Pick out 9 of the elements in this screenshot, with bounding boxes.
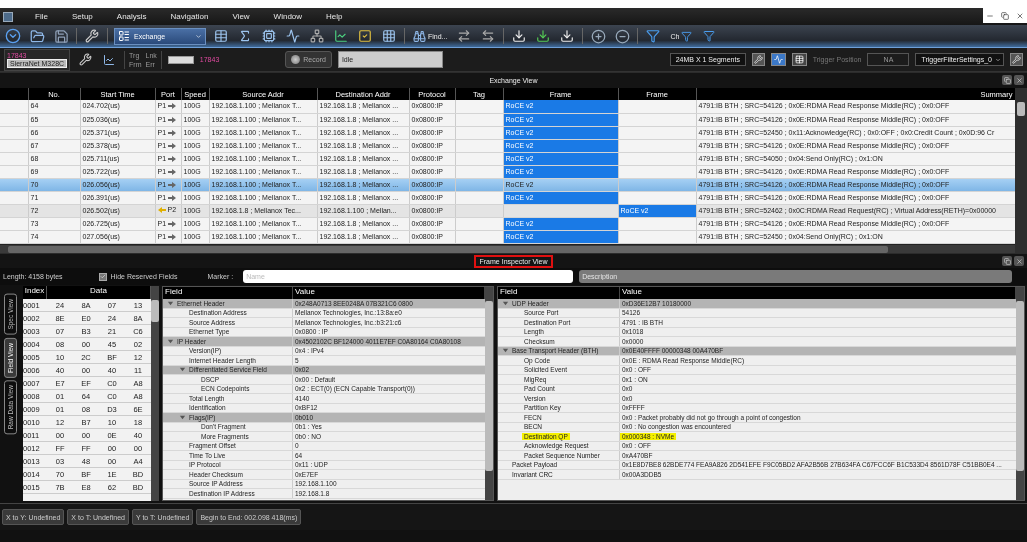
menu-item[interactable]: View [220, 12, 262, 21]
menu-item[interactable]: Setup [59, 12, 105, 21]
menu-item[interactable]: Navigation [158, 12, 221, 21]
menu-item[interactable]: Window [261, 12, 315, 21]
menu-item[interactable]: Analysis [104, 12, 159, 21]
column-header[interactable]: Data [47, 286, 151, 299]
menu-item[interactable]: Help [314, 12, 355, 21]
menu-item[interactable]: File [23, 12, 60, 21]
column-header[interactable]: Index [23, 286, 47, 299]
